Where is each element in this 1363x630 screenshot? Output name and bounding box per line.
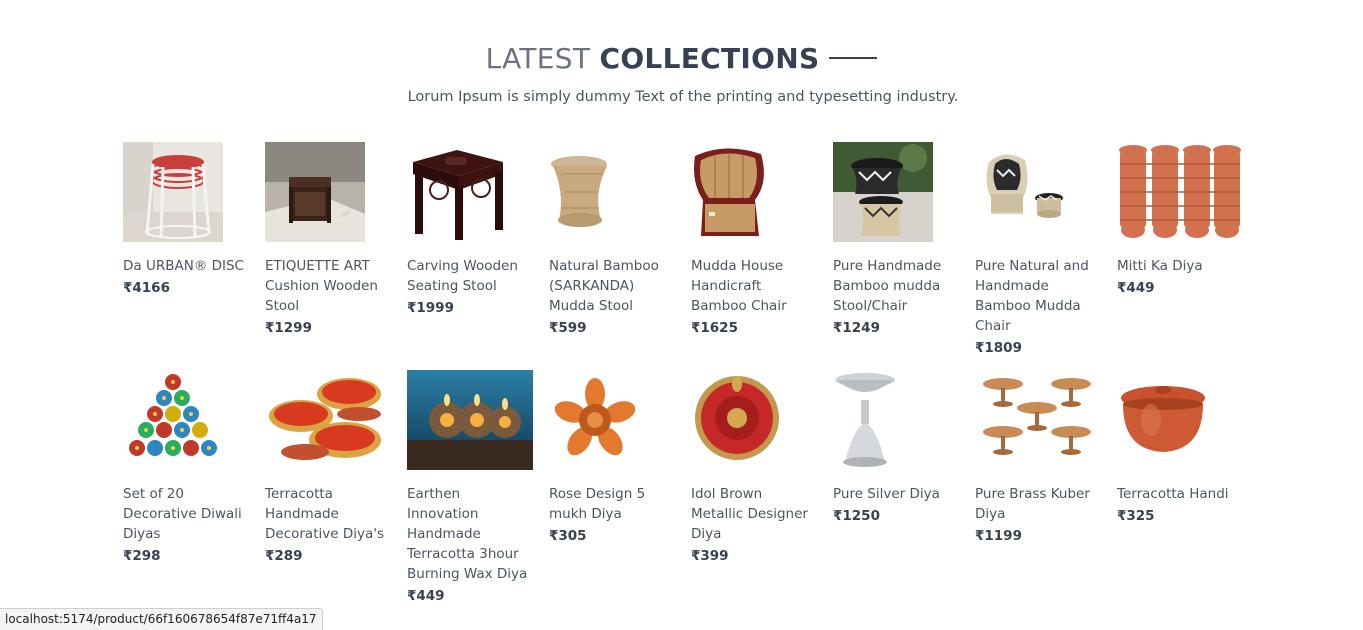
product-price: ₹298 <box>123 548 161 564</box>
section-heading: LATEST COLLECTIONS <box>0 38 1363 78</box>
product-image[interactable] <box>833 142 933 242</box>
product-price: ₹449 <box>1117 280 1155 296</box>
status-bar-url: localhost:5174/product/66f160678654f87e7… <box>0 608 323 630</box>
product-card[interactable]: Pure Handmade Bamboo mudda Stool/Chair ₹… <box>833 142 959 370</box>
product-name: Mudda House Handicraft Bamboo Chair <box>691 258 787 314</box>
product-name: Pure Handmade Bamboo mudda Stool/Chair <box>833 258 942 314</box>
product-price: ₹325 <box>1117 508 1155 524</box>
product-card[interactable]: Terracotta Handi ₹325 <box>1117 370 1243 598</box>
product-grid: Da URBAN® DISC ₹4166 ETIQUETTE ART Cushi… <box>123 142 1253 604</box>
product-card[interactable]: Terracotta Handmade Decorative Diya's ₹2… <box>265 370 391 598</box>
title-bold: COLLECTIONS <box>599 41 820 75</box>
product-image[interactable] <box>549 142 649 242</box>
product-price: ₹449 <box>407 588 445 604</box>
product-card[interactable]: Natural Bamboo (SARKANDA) Mudda Stool ₹5… <box>549 142 675 370</box>
product-price: ₹1299 <box>265 320 312 336</box>
title-underline <box>829 57 878 59</box>
product-image[interactable] <box>975 142 1075 242</box>
product-name: Pure Brass Kuber Diya <box>975 486 1090 522</box>
product-price: ₹305 <box>549 528 587 544</box>
product-card[interactable]: Mudda House Handicraft Bamboo Chair ₹162… <box>691 142 817 370</box>
product-name: Natural Bamboo (SARKANDA) Mudda Stool <box>549 258 659 314</box>
product-image[interactable] <box>123 370 223 470</box>
product-card[interactable]: Pure Brass Kuber Diya ₹1199 <box>975 370 1101 598</box>
product-card[interactable]: Set of 20 Decorative Diwali Diyas ₹298 <box>123 370 249 598</box>
product-price: ₹1809 <box>975 340 1022 356</box>
product-name: Earthen Innovation Handmade Terracotta 3… <box>407 486 528 582</box>
product-card[interactable]: Carving Wooden Seating Stool ₹1999 <box>407 142 533 370</box>
product-name: Da URBAN® DISC <box>123 258 244 274</box>
product-card[interactable]: Pure Natural and Handmade Bamboo Mudda C… <box>975 142 1101 370</box>
section-subtitle: Lorum Ipsum is simply dummy Text of the … <box>407 89 959 105</box>
product-price: ₹4166 <box>123 280 170 296</box>
product-image[interactable] <box>265 142 365 242</box>
product-image[interactable] <box>265 370 391 470</box>
product-name: Mitti Ka Diya <box>1117 258 1203 274</box>
product-name: Set of 20 Decorative Diwali Diyas <box>123 486 242 542</box>
product-name: Terracotta Handmade Decorative Diya's <box>265 486 384 542</box>
product-name: Terracotta Handi <box>1117 486 1229 502</box>
product-image[interactable] <box>1117 142 1243 242</box>
product-name: Pure Silver Diya <box>833 486 940 502</box>
product-name: ETIQUETTE ART Cushion Wooden Stool <box>265 258 378 314</box>
product-card[interactable]: Rose Design 5 mukh Diya ₹305 <box>549 370 675 598</box>
product-image[interactable] <box>833 370 933 470</box>
product-card[interactable]: Mitti Ka Diya ₹449 <box>1117 142 1243 370</box>
product-price: ₹289 <box>265 548 303 564</box>
product-image[interactable] <box>691 370 791 470</box>
section-title: LATEST COLLECTIONS <box>486 42 820 75</box>
product-card[interactable]: Earthen Innovation Handmade Terracotta 3… <box>407 370 533 604</box>
title-light: LATEST <box>485 41 591 75</box>
product-card[interactable]: ETIQUETTE ART Cushion Wooden Stool ₹1299 <box>265 142 391 370</box>
product-image[interactable] <box>407 370 533 470</box>
product-price: ₹1625 <box>691 320 738 336</box>
product-image[interactable] <box>1117 370 1217 470</box>
product-price: ₹1199 <box>975 528 1022 544</box>
product-name: Rose Design 5 mukh Diya <box>549 486 646 522</box>
product-price: ₹599 <box>549 320 587 336</box>
product-card[interactable]: Da URBAN® DISC ₹4166 <box>123 142 249 370</box>
product-price: ₹1249 <box>833 320 880 336</box>
product-image[interactable] <box>123 142 223 242</box>
product-price: ₹399 <box>691 548 729 564</box>
product-image[interactable] <box>691 142 791 242</box>
product-image[interactable] <box>407 142 507 242</box>
product-name: Pure Natural and Handmade Bamboo Mudda C… <box>975 258 1089 334</box>
product-name: Idol Brown Metallic Designer Diya <box>691 486 808 542</box>
product-card[interactable]: Pure Silver Diya ₹1250 <box>833 370 959 598</box>
product-image[interactable] <box>975 370 1101 470</box>
product-card[interactable]: Idol Brown Metallic Designer Diya ₹399 <box>691 370 817 598</box>
product-name: Carving Wooden Seating Stool <box>407 258 518 294</box>
product-price: ₹1250 <box>833 508 880 524</box>
product-price: ₹1999 <box>407 300 454 316</box>
product-image[interactable] <box>549 370 649 470</box>
